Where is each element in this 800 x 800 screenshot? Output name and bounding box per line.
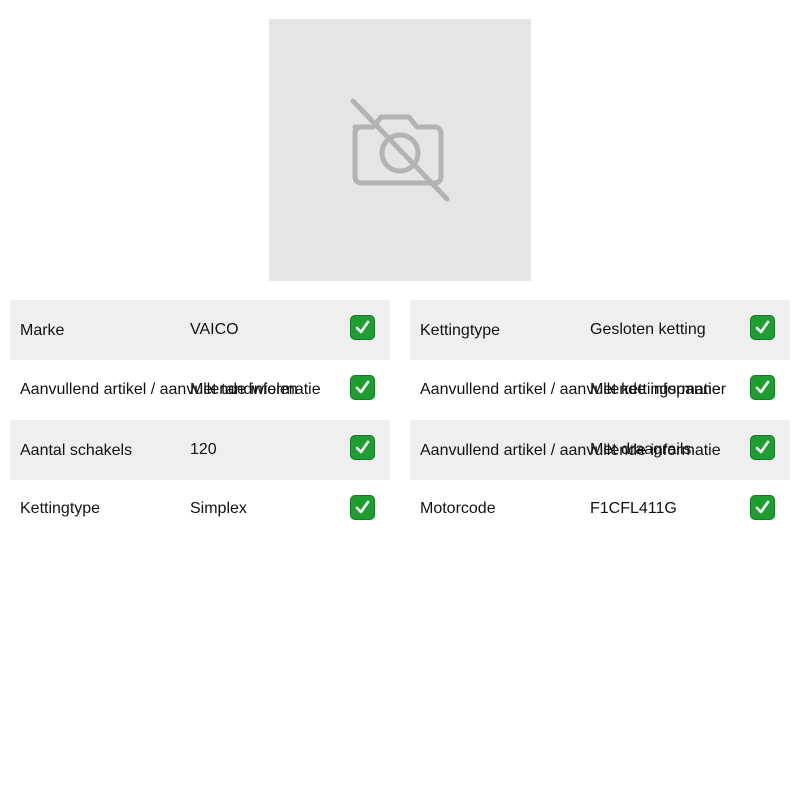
check-icon <box>750 435 775 460</box>
spec-value: Simplex <box>190 500 247 517</box>
product-image-placeholder <box>269 19 531 281</box>
no-camera-icon <box>350 98 450 202</box>
check-icon <box>350 435 375 460</box>
check-icon <box>350 495 375 520</box>
spec-value: Met kettingspanner <box>590 381 727 398</box>
check-icon <box>350 315 375 340</box>
spec-row: Aanvullend artikel / aanvullende informa… <box>10 360 390 420</box>
spec-row: Aanvullend artikel / aanvullende informa… <box>410 420 790 480</box>
spec-label: Aantal schakels <box>20 442 133 459</box>
check-icon <box>750 375 775 400</box>
spec-label: Motorcode <box>420 500 496 517</box>
spec-value: Gesloten ketting <box>590 321 706 338</box>
spec-row: Aanvullend artikel / aanvullende informa… <box>410 360 790 420</box>
spec-label: Kettingtype <box>420 322 501 339</box>
spec-value: F1CFL411G <box>590 500 677 517</box>
spec-table-right: Kettingtype Gesloten ketting Aanvullend … <box>410 300 790 540</box>
spec-row: Marke VAICO <box>10 300 390 360</box>
check-icon <box>350 375 375 400</box>
check-icon <box>750 315 775 340</box>
spec-value: Met tandwielen <box>190 381 298 398</box>
spec-label: Kettingtype <box>20 500 101 517</box>
spec-row: Aantal schakels 120 <box>10 420 390 480</box>
spec-row: Kettingtype Gesloten ketting <box>410 300 790 360</box>
spec-value: Met draagrails <box>590 441 692 458</box>
spec-table-left: Marke VAICO Aanvullend artikel / aanvull… <box>10 300 390 540</box>
spec-row: Kettingtype Simplex <box>10 480 390 540</box>
spec-value: VAICO <box>190 321 239 338</box>
check-icon <box>750 495 775 520</box>
spec-label: Marke <box>20 322 65 339</box>
spec-value: 120 <box>190 441 217 458</box>
spec-row: Motorcode F1CFL411G <box>410 480 790 540</box>
